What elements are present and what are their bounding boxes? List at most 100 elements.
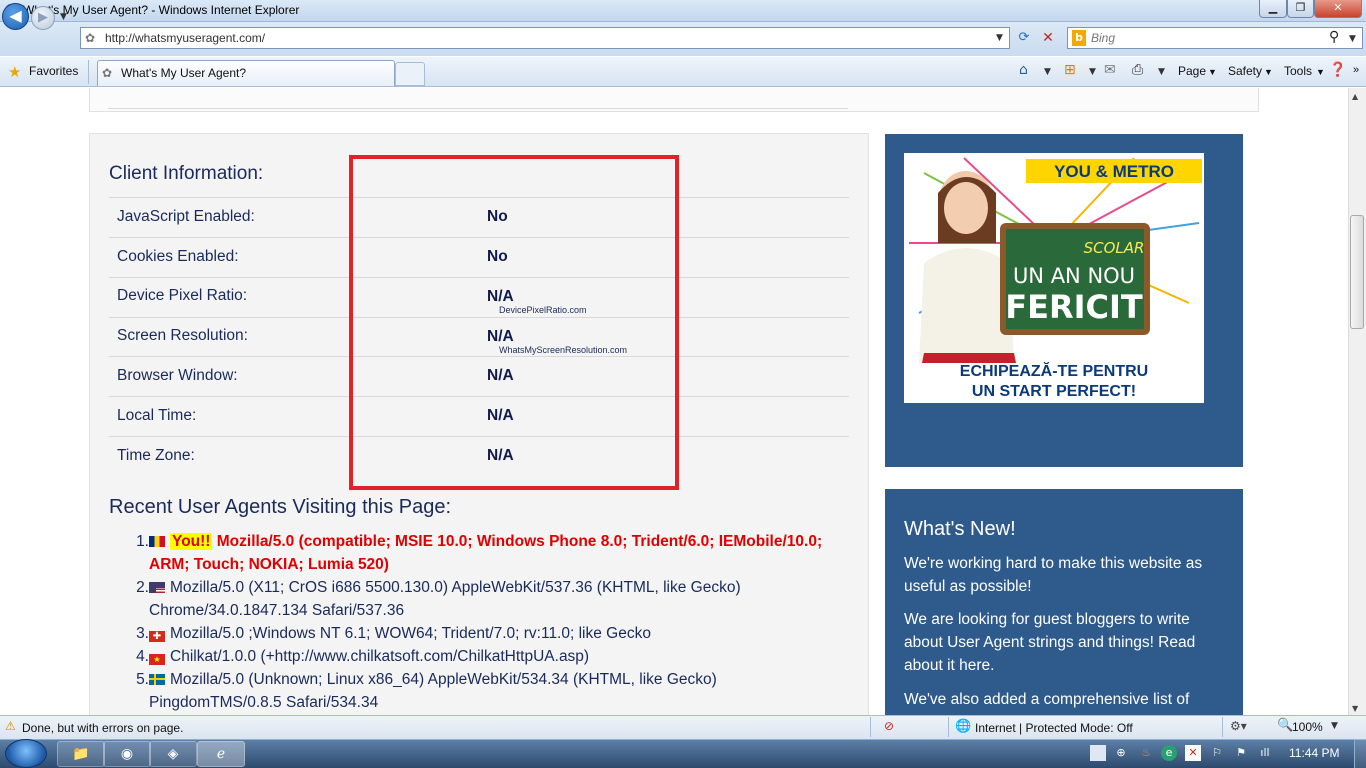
scroll-down-arrow-icon[interactable]: ▼ (1352, 704, 1358, 713)
svg-text:UN START PERFECT!: UN START PERFECT! (972, 383, 1136, 400)
more-commands-icon[interactable]: » (1353, 64, 1359, 76)
zoom-icon[interactable]: 🔍 (1277, 718, 1293, 733)
status-bar (0, 715, 1366, 739)
metro-ad-banner[interactable]: YOU & METRO SCOLAR UN AN NOU FERICIT ECH… (904, 153, 1204, 403)
show-desktop-button[interactable] (1354, 739, 1366, 768)
feeds-dropdown-icon[interactable]: ▼ (1089, 67, 1096, 77)
tools-menu[interactable]: Tools (1284, 64, 1312, 78)
home-icon[interactable]: ⌂ (1019, 62, 1028, 78)
vertical-scrollbar[interactable] (1348, 88, 1366, 715)
device-pixel-ratio-label: Device Pixel Ratio: (117, 287, 248, 304)
list-item: 5. Mozilla/5.0 (Unknown; Linux x86_64) A… (109, 668, 829, 714)
tray-icon[interactable]: ⚐ (1209, 745, 1225, 761)
local-time-label: Local Time: (117, 407, 197, 424)
close-button[interactable]: ✕ (1314, 0, 1362, 18)
user-agent-string: Mozilla/5.0 (X11; CrOS i686 5500.130.0) … (149, 579, 741, 619)
divider (88, 60, 89, 84)
stop-button[interactable]: ✕ (1038, 28, 1058, 48)
new-tab-button[interactable] (395, 62, 425, 86)
svg-text:FERICIT: FERICIT (1005, 288, 1143, 326)
scrollbar-thumb[interactable] (1350, 215, 1364, 329)
safety-menu-dropdown-icon[interactable]: ▼ (1264, 67, 1273, 77)
print-icon[interactable]: ⎙ (1132, 62, 1143, 78)
warning-icon[interactable]: ⚠ (5, 719, 16, 733)
user-agent-string: Mozilla/5.0 (compatible; MSIE 10.0; Wind… (149, 533, 823, 573)
user-agent-text: ★ Chilkat/1.0.0 (+http://www.chilkatsoft.… (149, 645, 829, 668)
network-tray-icon[interactable]: ⊕ (1113, 745, 1129, 761)
tray-icon[interactable]: ✕ (1185, 745, 1201, 761)
recent-user-agents-heading: Recent User Agents Visiting this Page: (109, 496, 452, 518)
user-agent-text: ✚ Mozilla/5.0 ;Windows NT 6.1; WOW64; Tri… (149, 622, 829, 645)
tab-title[interactable]: What's My User Agent? (121, 66, 246, 80)
user-agent-string: Chilkat/1.0.0 (+http://www.chilkatsoft.c… (170, 648, 590, 665)
time-zone-label: Time Zone: (117, 447, 195, 464)
romania-flag-icon (149, 536, 165, 547)
page-menu[interactable]: Page (1178, 64, 1206, 78)
address-dropdown-icon[interactable]: ▼ (996, 33, 1003, 43)
feeds-icon[interactable]: ⊞ (1064, 62, 1076, 78)
status-text[interactable]: Done, but with errors on page. (22, 721, 183, 735)
whats-new-paragraph: We're working hard to make this website … (904, 555, 1203, 595)
refresh-button[interactable]: ⟳ (1013, 28, 1035, 48)
favorites-star-icon[interactable]: ★ (8, 63, 21, 81)
list-number: 4. (136, 648, 149, 665)
mail-icon[interactable]: ✉ (1104, 62, 1116, 78)
user-agent-text: You!! Mozilla/5.0 (compatible; MSIE 10.0… (149, 530, 829, 576)
home-dropdown-icon[interactable]: ▼ (1044, 67, 1051, 77)
search-icon[interactable]: ⚲ (1329, 29, 1339, 45)
back-button[interactable]: ◀ (2, 3, 29, 30)
ie-window: What's My User Agent? - Windows Internet… (0, 0, 1366, 768)
print-dropdown-icon[interactable]: ▼ (1158, 67, 1165, 77)
page-menu-dropdown-icon[interactable]: ▼ (1208, 67, 1217, 77)
search-dropdown-icon[interactable]: ▼ (1349, 34, 1356, 44)
zoom-dropdown-icon[interactable]: ▼ (1331, 721, 1338, 731)
list-number: 2. (136, 579, 149, 596)
search-placeholder[interactable]: Bing (1091, 31, 1115, 45)
screen-resolution-label: Screen Resolution: (117, 327, 248, 344)
list-number: 5. (136, 671, 149, 688)
firefox-taskbar-icon[interactable]: ◉ (103, 741, 151, 767)
tray-icon[interactable]: ♨ (1138, 745, 1154, 761)
safety-menu[interactable]: Safety (1228, 64, 1262, 78)
security-zone-text[interactable]: Internet | Protected Mode: Off (975, 721, 1133, 735)
user-agent-text: Mozilla/5.0 (Unknown; Linux x86_64) Appl… (149, 668, 829, 714)
tray-icon[interactable] (1090, 745, 1106, 761)
user-agent-text: Mozilla/5.0 (X11; CrOS i686 5500.130.0) … (149, 576, 829, 622)
volume-icon[interactable]: ıll (1257, 745, 1273, 761)
scroll-up-arrow-icon[interactable]: ▲ (1352, 92, 1358, 101)
ie-taskbar-icon[interactable]: ℯ (197, 741, 245, 767)
tools-menu-dropdown-icon[interactable]: ▼ (1316, 67, 1325, 77)
divider (108, 108, 848, 109)
divider (870, 717, 871, 737)
svg-text:SCOLAR: SCOLAR (1084, 239, 1145, 257)
list-number: 1. (136, 533, 149, 550)
whats-new-paragraph: We've also added a comprehensive list of (904, 691, 1190, 708)
whats-new-paragraph[interactable]: We are looking for guest bloggers to wri… (904, 608, 1229, 677)
svg-text:YOU & METRO: YOU & METRO (1054, 162, 1174, 181)
you-badge: You!! (170, 533, 213, 550)
zoom-level[interactable]: 100% (1292, 720, 1323, 734)
user-agent-string: Mozilla/5.0 ;Windows NT 6.1; WOW64; Trid… (170, 625, 651, 642)
svg-text:UN AN NOU: UN AN NOU (1013, 264, 1135, 288)
vietnam-flag-icon: ★ (149, 654, 165, 665)
list-item: 1. You!! Mozilla/5.0 (compatible; MSIE 1… (109, 530, 829, 576)
forward-button[interactable]: ▶ (31, 6, 55, 30)
address-url[interactable]: http://whatsmyuseragent.com/ (105, 31, 265, 45)
explorer-taskbar-icon[interactable]: 📁 (57, 741, 105, 767)
tab-favicon-icon: ✿ (102, 66, 113, 80)
help-icon[interactable]: ❓ (1329, 62, 1346, 78)
bing-icon: b (1072, 30, 1086, 46)
start-button[interactable] (5, 739, 47, 768)
action-center-icon[interactable]: ⚑ (1233, 745, 1249, 761)
tray-icon[interactable]: e (1161, 745, 1177, 761)
favorites-button[interactable]: Favorites (29, 64, 78, 78)
app-taskbar-icon[interactable]: ◈ (149, 741, 197, 767)
maximize-button[interactable]: ❐ (1287, 0, 1314, 18)
minimize-button[interactable]: ▁ (1259, 0, 1287, 18)
clock[interactable]: 11:44 PM (1289, 746, 1339, 760)
divider (1222, 717, 1223, 737)
privacy-icon[interactable]: ⊘ (884, 719, 894, 733)
protected-mode-icon[interactable]: ⚙▾ (1230, 719, 1247, 733)
switzerland-flag-icon: ✚ (149, 631, 165, 642)
recent-pages-dropdown-icon[interactable]: ▼ (60, 12, 67, 22)
